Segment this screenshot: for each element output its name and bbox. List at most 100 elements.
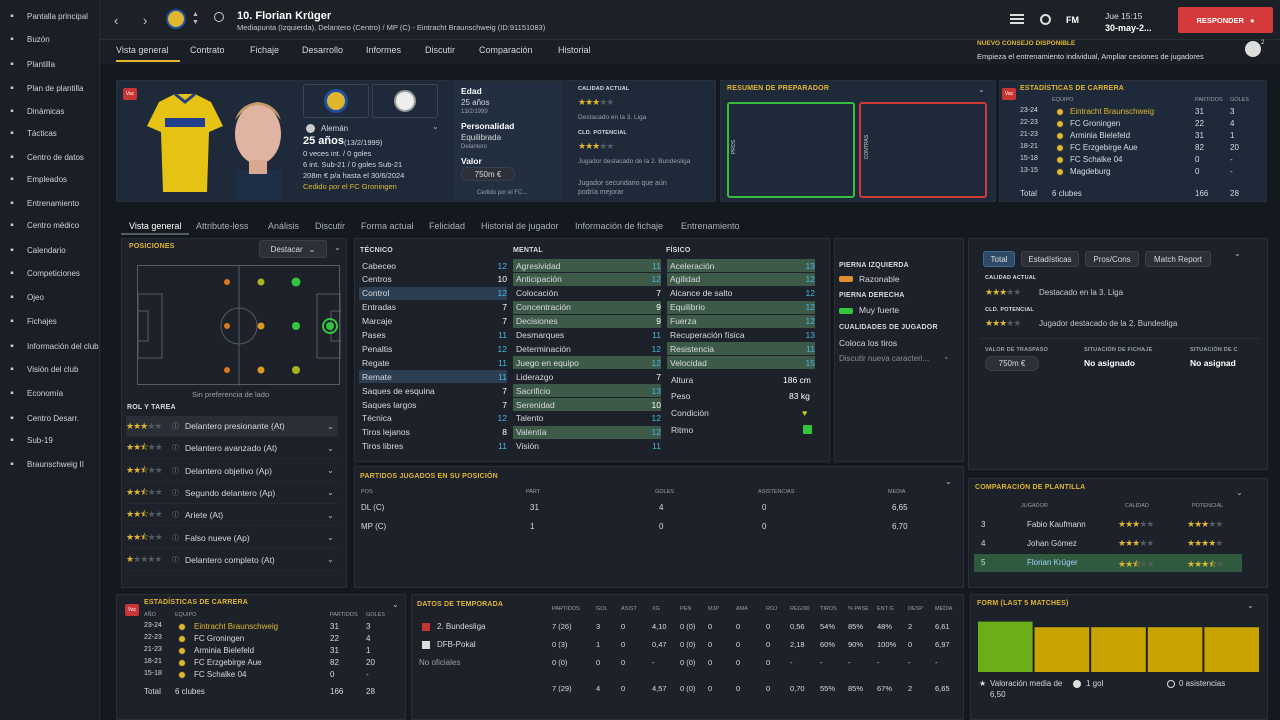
career-b-row-team[interactable]: FC Erzgebirge Aue xyxy=(194,658,262,667)
chevron-down-icon[interactable]: ⌄ xyxy=(334,243,341,252)
back-button[interactable]: ‹ xyxy=(114,13,118,28)
sidebar-item[interactable]: ▪ Entrenamiento xyxy=(0,193,100,213)
attr-row-tech[interactable]: Entradas 7 xyxy=(359,301,507,314)
sidebar-item[interactable]: ▪ Braunschweig II xyxy=(0,454,100,474)
subtab-3[interactable]: Discutir xyxy=(315,221,345,231)
sidebar-item[interactable]: ▪ Economía xyxy=(0,383,100,403)
pos-played-header[interactable]: GOLES xyxy=(655,489,674,495)
sidebar-item[interactable]: ▪ Tácticas xyxy=(0,123,100,143)
subtab-0[interactable]: Vista general xyxy=(129,221,181,231)
attr-row-tech[interactable]: Marcaje 7 xyxy=(359,315,507,328)
chevron-down-icon[interactable]: ⌄ xyxy=(327,443,334,454)
role-row[interactable]: ★★★★★ ⓘ Delantero completo (At) ⌄ xyxy=(126,550,338,571)
attr-row-ment[interactable]: Agresividad 11 xyxy=(513,259,661,272)
chevron-down-icon[interactable]: ⌄ xyxy=(1247,601,1254,610)
role-row[interactable]: ★★★★★ ⓘ Delantero presionante (At) ⌄ xyxy=(126,416,338,437)
sidebar-item[interactable]: ▪ Centro Desarr. xyxy=(0,408,100,428)
attr-row-phys[interactable]: Agilidad 12 xyxy=(667,272,815,286)
role-row[interactable]: ★★⯪★★ ⓘ Delantero avanzado (At) ⌄ xyxy=(126,438,338,460)
pos-played-header[interactable]: MEDIA xyxy=(888,489,905,495)
menu-icon[interactable] xyxy=(1010,14,1024,24)
attr-row-ment[interactable]: Sacrificio 13 xyxy=(513,384,661,398)
attr-row-tech[interactable]: Técnica 12 xyxy=(359,412,507,425)
coach-title[interactable]: RESUMEN DE PREPARADOR xyxy=(727,85,829,92)
attr-row-tech[interactable]: Centros 10 xyxy=(359,273,507,286)
attr-row-ment[interactable]: Juego en equipo 12 xyxy=(513,356,661,370)
loan-info[interactable]: Cedido por el FC Groningen xyxy=(303,182,397,191)
career-title-top[interactable]: ESTADÍSTICAS DE CARRERA xyxy=(1020,85,1124,92)
attr-row-tech[interactable]: Saques largos 7 xyxy=(359,398,507,411)
form-bar[interactable] xyxy=(1091,627,1146,672)
chevron-down-icon[interactable]: ⌄ xyxy=(1236,488,1243,497)
chevron-down-icon[interactable]: ⌄ xyxy=(945,477,952,486)
career-b-row-team[interactable]: FC Groningen xyxy=(194,634,244,643)
form-title[interactable]: FORM (LAST 5 MATCHES) xyxy=(977,600,1069,607)
career-row-team[interactable]: Arminia Bielefeld xyxy=(1070,131,1130,140)
form-bar[interactable] xyxy=(978,621,1033,672)
chevron-down-icon[interactable]: ⌄ xyxy=(432,122,439,131)
fm-logo[interactable]: FM xyxy=(1066,15,1079,25)
pos-played-header[interactable]: ASISTENCIAS xyxy=(758,489,794,495)
nav-tab-1[interactable]: Contrato xyxy=(190,45,225,55)
attr-row-tech[interactable]: Tiros libres 11 xyxy=(359,440,507,453)
chevron-up-down-icon[interactable]: ▲ ▼ xyxy=(192,11,199,27)
rating-tab-1[interactable]: Estadísticas xyxy=(1021,251,1079,267)
chevron-down-icon[interactable]: ⌄ xyxy=(327,510,334,521)
chevron-down-icon[interactable]: ⌄ xyxy=(943,352,950,361)
positions-played-title[interactable]: PARTIDOS JUGADOS EN SU POSICIÓN xyxy=(360,473,498,480)
chevron-down-icon[interactable]: ⌄ xyxy=(1234,249,1241,258)
attr-row-ment[interactable]: Liderazgo 7 xyxy=(513,370,661,383)
chevron-down-icon[interactable]: ⌄ xyxy=(392,600,399,609)
attr-row-phys[interactable]: Fuerza 12 xyxy=(667,314,815,328)
chevron-down-icon[interactable]: ⌄ xyxy=(327,554,334,565)
attr-row-phys[interactable]: Aceleración 13 xyxy=(667,259,815,272)
attr-row-phys[interactable]: Alcance de salto 12 xyxy=(667,287,815,300)
subtab-5[interactable]: Felicidad xyxy=(429,221,465,231)
sidebar-item[interactable]: ▪ Pantalla principal xyxy=(0,6,100,26)
attr-row-ment[interactable]: Valentía 12 xyxy=(513,425,661,439)
attr-row-phys[interactable]: Velocidad 15 xyxy=(667,356,815,370)
nation-badge-card[interactable] xyxy=(372,84,438,118)
career-b-row-team[interactable]: FC Schalke 04 xyxy=(194,670,246,679)
attr-row-phys[interactable]: Recuperación física 13 xyxy=(667,329,815,342)
subtab-7[interactable]: Información de fichaje xyxy=(575,221,663,231)
search-icon[interactable] xyxy=(214,12,224,22)
chevron-down-icon[interactable]: ⌄ xyxy=(327,421,334,432)
season-comp[interactable]: No oficiales xyxy=(419,658,460,667)
positions-title[interactable]: POSICIONES xyxy=(129,243,175,250)
subtab-4[interactable]: Forma actual xyxy=(361,221,414,231)
form-bar[interactable] xyxy=(1034,627,1090,672)
globe-icon[interactable] xyxy=(1040,14,1051,25)
attr-row-ment[interactable]: Decisiones 9 xyxy=(513,314,661,328)
sidebar-item[interactable]: ▪ Buzón xyxy=(0,29,100,49)
sidebar-item[interactable]: ▪ Plan de plantilla xyxy=(0,78,100,98)
attr-row-tech[interactable]: Cabeceo 12 xyxy=(359,259,507,272)
chevron-down-icon[interactable]: ⌄ xyxy=(327,465,334,476)
club-badge-card[interactable] xyxy=(303,84,369,118)
squad-cmp-name[interactable]: Johan Gómez xyxy=(1027,539,1077,548)
sidebar-item[interactable]: ▪ Empleados xyxy=(0,169,100,189)
nav-tab-5[interactable]: Discutir xyxy=(425,45,455,55)
nav-tab-0[interactable]: Vista general xyxy=(116,45,168,55)
attr-row-tech[interactable]: Regate 11 xyxy=(359,356,507,369)
sidebar-item[interactable]: ▪ Sub-19 xyxy=(0,430,100,450)
form-bar[interactable] xyxy=(1204,627,1259,672)
subtab-8[interactable]: Entrenamiento xyxy=(681,221,740,231)
club-crest-icon[interactable] xyxy=(166,9,186,29)
nav-tab-4[interactable]: Informes xyxy=(366,45,401,55)
highlight-dropdown[interactable]: Destacar ⌄ xyxy=(259,240,327,258)
advice-panel[interactable]: NUEVO CONSEJO DISPONIBLE Empieza el entr… xyxy=(973,36,1270,64)
attr-row-tech[interactable]: Penaltis 12 xyxy=(359,342,507,355)
career-title-bottom[interactable]: ESTADÍSTICAS DE CARRERA xyxy=(144,599,248,606)
sidebar-item[interactable]: ▪ Dinámicas xyxy=(0,101,100,121)
sidebar-item[interactable]: ▪ Centro médico xyxy=(0,215,100,235)
role-row[interactable]: ★★⯪★★ ⓘ Delantero objetivo (Ap) ⌄ xyxy=(126,461,338,482)
career-b-row-team[interactable]: Eintracht Braunschweig xyxy=(194,622,278,631)
subtab-1[interactable]: Attribute-less xyxy=(196,221,249,231)
attr-row-ment[interactable]: Talento 12 xyxy=(513,412,661,425)
form-bar[interactable] xyxy=(1147,627,1203,672)
sidebar-item[interactable]: ▪ Visión del club xyxy=(0,359,100,379)
sidebar-item[interactable]: ▪ Información del club xyxy=(0,336,100,356)
attr-row-ment[interactable]: Anticipación 12 xyxy=(513,272,661,286)
rating-tab-0[interactable]: Total xyxy=(983,251,1015,267)
